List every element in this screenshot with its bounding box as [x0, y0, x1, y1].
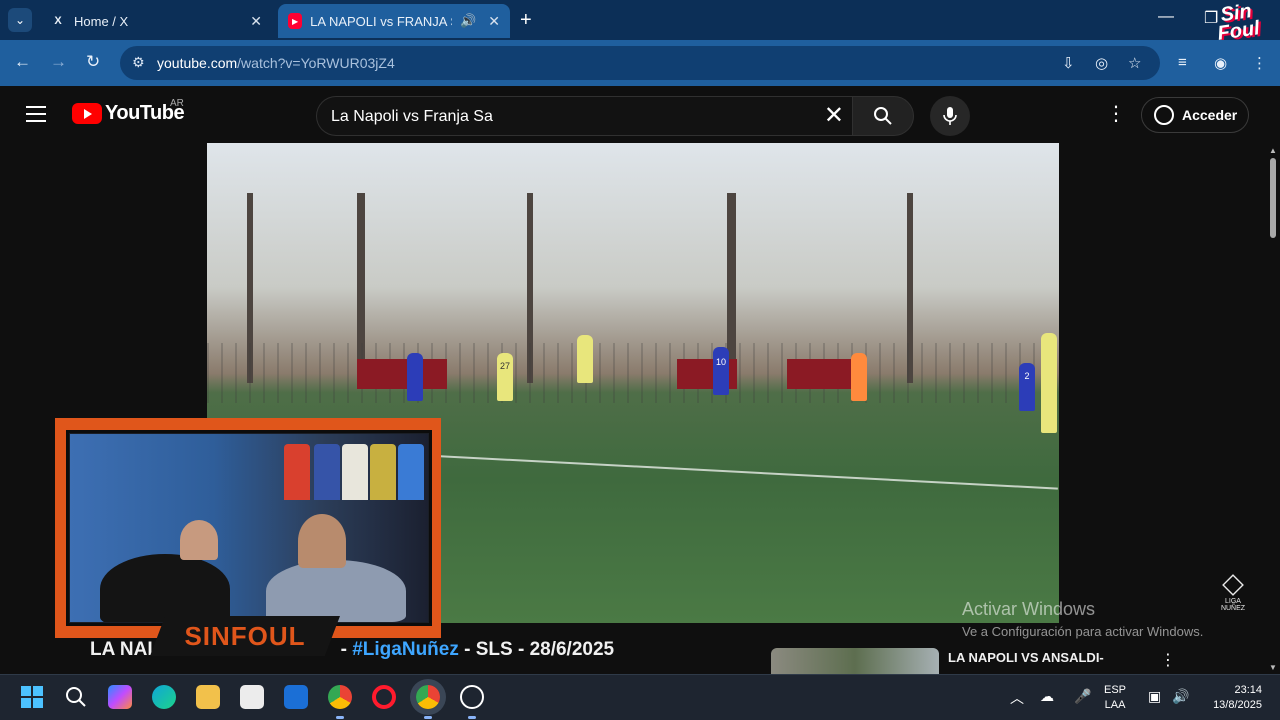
search-icon: [66, 687, 86, 707]
hanging-shirt: [398, 444, 424, 500]
ad-banner: [787, 359, 857, 389]
search-icon: [874, 107, 892, 125]
scrollbar-thumb[interactable]: [1270, 158, 1276, 238]
install-app-icon[interactable]: ⇩: [1062, 54, 1075, 72]
browser-menu-icon[interactable]: ⋮: [1252, 54, 1267, 72]
running-indicator: [336, 716, 344, 719]
site-info-icon[interactable]: ⚙: [132, 54, 145, 71]
chrome-icon[interactable]: [328, 685, 352, 709]
voice-search-button[interactable]: [930, 96, 970, 136]
browser-tab-strip: ⌄ X Home / X ✕ ▶ LA NAPOLI vs FRANJA S A…: [0, 0, 1280, 40]
search-button[interactable]: [852, 96, 914, 136]
windows-taskbar: ︿ ☁ 🎤 ESP LAA ▣ 🔊 23:14 13/8/2025: [0, 674, 1280, 720]
tab-search-button[interactable]: ⌄: [8, 8, 32, 32]
hanging-shirt: [342, 444, 368, 500]
settings-more-icon[interactable]: ⋮: [1106, 104, 1126, 124]
tab-title: Home / X: [74, 13, 129, 29]
obs-icon[interactable]: [460, 685, 484, 709]
search-button[interactable]: [64, 685, 88, 709]
player-blue: [407, 353, 423, 401]
running-indicator: [424, 716, 432, 719]
player-yellow: [577, 335, 593, 383]
youtube-header: YouTube AR La Napoli vs Franja Sa ✕ ⋮ Ac…: [0, 86, 1280, 144]
browser-toolbar: ← → ↻ ⚙ youtube.com/watch?v=YoRWUR03jZ4 …: [0, 40, 1280, 86]
webcam-feed: [70, 434, 428, 622]
input-language[interactable]: ESP LAA: [1104, 683, 1126, 713]
windows-activation-subtitle: Ve a Configuración para activar Windows.: [962, 624, 1204, 639]
address-bar[interactable]: ⚙ youtube.com/watch?v=YoRWUR03jZ4 ⇩ ◎ ☆: [120, 46, 1160, 80]
tracking-protection-eye-icon[interactable]: ◎: [1095, 54, 1108, 72]
streamer-nameplate: SINFOUL: [184, 621, 306, 651]
player-blue: 10: [713, 347, 729, 395]
person-left: [100, 554, 230, 622]
user-icon: [1154, 105, 1174, 125]
edge-icon[interactable]: [152, 685, 176, 709]
copilot-icon[interactable]: [108, 685, 132, 709]
hanging-shirt: [314, 444, 340, 500]
youtube-logo[interactable]: YouTube AR: [72, 98, 185, 125]
related-video-title[interactable]: LA NAPOLI VS ANSALDI-: [948, 650, 1104, 665]
opera-icon[interactable]: [372, 685, 396, 709]
back-arrow-icon[interactable]: ←: [14, 52, 31, 72]
referee: [851, 353, 867, 401]
related-more-icon[interactable]: ⋮: [1160, 650, 1176, 670]
microsoft-store-icon[interactable]: [240, 685, 264, 709]
reload-icon[interactable]: ↻: [86, 52, 100, 72]
speaker-icon[interactable]: 🔊: [460, 13, 476, 29]
start-button[interactable]: [20, 685, 44, 709]
tab-x-home[interactable]: X Home / X ✕: [40, 4, 272, 38]
youtube-play-icon: [72, 103, 102, 124]
tab-title: LA NAPOLI vs FRANJA S A: [310, 13, 452, 29]
hanging-shirt: [370, 444, 396, 500]
player-blue: 2: [1019, 363, 1035, 411]
show-hidden-icons-chevron-icon[interactable]: ︿: [1010, 688, 1024, 708]
volume-icon[interactable]: 🔊: [1172, 688, 1189, 705]
related-video-thumbnail[interactable]: [771, 648, 939, 674]
hamburger-menu-icon[interactable]: [26, 106, 46, 122]
microphone-tray-icon[interactable]: 🎤: [1074, 688, 1091, 705]
file-explorer-icon[interactable]: [196, 685, 220, 709]
url-text[interactable]: youtube.com/watch?v=YoRWUR03jZ4: [157, 55, 395, 71]
onedrive-cloud-icon[interactable]: ☁: [1040, 688, 1054, 705]
hanging-shirt: [284, 444, 310, 500]
forward-arrow-icon[interactable]: →: [50, 52, 67, 72]
close-icon[interactable]: ✕: [250, 13, 262, 30]
search-input[interactable]: La Napoli vs Franja Sa ✕: [316, 96, 852, 136]
x-logo-icon: X: [54, 15, 62, 27]
profile-icon[interactable]: ◉: [1214, 54, 1227, 72]
hashtag-link[interactable]: #LigaNuñez: [352, 639, 459, 660]
page-scrollbar[interactable]: ▲ ▼: [1268, 144, 1278, 674]
outlook-icon[interactable]: [284, 685, 308, 709]
close-icon[interactable]: ✕: [488, 13, 500, 30]
bookmark-star-icon[interactable]: ☆: [1128, 54, 1141, 72]
region-code: AR: [170, 98, 184, 109]
player-yellow: 27: [497, 353, 513, 401]
media-control-icon[interactable]: ≡: [1178, 54, 1187, 71]
microphone-icon: [943, 107, 957, 125]
youtube-favicon-icon: ▶: [288, 13, 303, 29]
player-yellow: [1041, 333, 1057, 433]
person-left-head: [180, 520, 218, 560]
new-tab-button[interactable]: +: [520, 8, 532, 32]
person-right: [266, 560, 406, 622]
liga-nunez-watermark: LIGA NUÑEZ: [1220, 574, 1246, 612]
windows-logo-icon: [21, 686, 43, 708]
network-icon[interactable]: ▣: [1148, 688, 1161, 705]
clock[interactable]: 23:14 13/8/2025: [1200, 683, 1262, 713]
minimize-window-button[interactable]: —: [1158, 8, 1174, 26]
ad-banner: [357, 359, 447, 389]
clear-search-icon[interactable]: ✕: [824, 103, 844, 129]
signin-button[interactable]: Acceder: [1141, 97, 1249, 133]
tab-youtube-video[interactable]: ▶ LA NAPOLI vs FRANJA S A 🔊 ✕: [278, 4, 510, 38]
search-query-text: La Napoli vs Franja Sa: [331, 108, 493, 125]
running-indicator: [468, 716, 476, 719]
chain-link-fence: [207, 343, 1059, 403]
person-right-head: [298, 514, 346, 568]
windows-activation-title: Activar Windows: [962, 599, 1096, 619]
chrome-profile-icon[interactable]: [416, 685, 440, 709]
